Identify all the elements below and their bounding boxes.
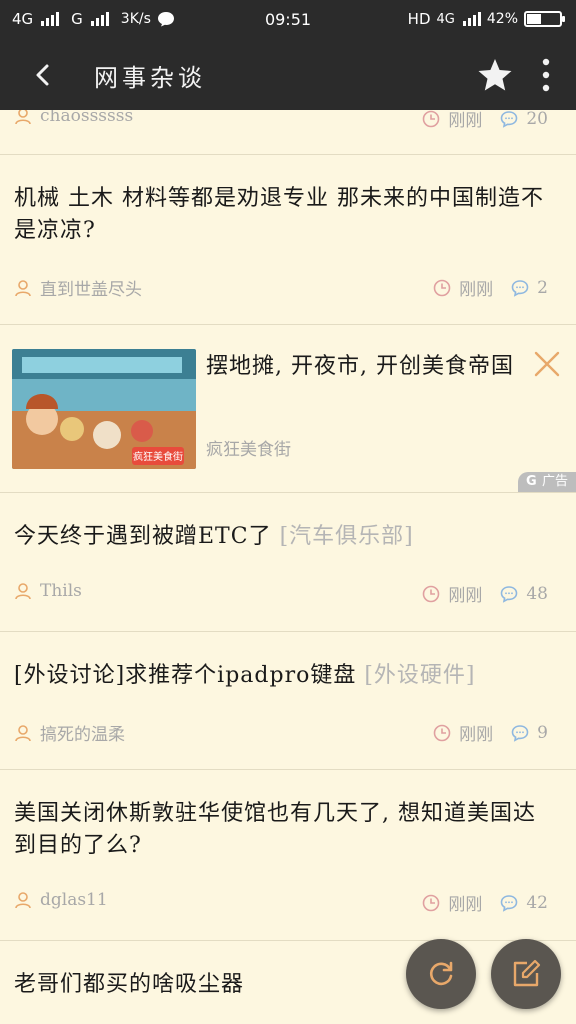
clock-icon: [423, 585, 440, 602]
item-meta: chaossssss 刚刚 20: [14, 110, 548, 131]
battery-percent: 42%: [486, 11, 518, 27]
clock-icon: [433, 724, 451, 741]
user-icon: [15, 279, 31, 296]
ad-item[interactable]: 疯狂美食街 摆地摊, 开夜市, 开创美食帝国 疯狂美食街 广告: [0, 325, 576, 493]
comment-icon: [501, 585, 518, 603]
comment-icon: [501, 110, 518, 128]
comment-icon: [511, 279, 529, 297]
forum-tag[interactable]: [汽车俱乐部]: [280, 524, 414, 549]
signal-icon-3: [462, 12, 481, 26]
list-item[interactable]: 机械 土木 材料等都是劝退专业 那未来的中国制造不是凉凉? 直到世盖尽头 刚刚 …: [0, 155, 576, 325]
clock-icon: [433, 279, 451, 296]
author-name[interactable]: 直到世盖尽头: [40, 275, 142, 300]
edit-icon: [513, 959, 541, 987]
list-item-partial[interactable]: chaossssss 刚刚 20: [0, 110, 576, 155]
new-post-button[interactable]: [491, 939, 561, 1009]
post-time: 刚刚: [459, 725, 494, 745]
author-name[interactable]: chaossssss: [40, 110, 133, 126]
app-bar: 网事杂谈: [0, 40, 576, 110]
topic-feed[interactable]: chaossssss 刚刚 20 机械 土木 材料等都是劝退专业 那未来的中国制…: [0, 110, 576, 1024]
status-bar: 4G G 3K/s 09:51 HD 4G 42%: [0, 0, 576, 40]
clock-icon: [423, 894, 440, 911]
refresh-icon: [430, 961, 453, 986]
ad-title[interactable]: 摆地摊, 开夜市, 开创美食帝国: [206, 351, 536, 383]
back-arrow-icon[interactable]: [26, 58, 60, 92]
item-meta: dglas11 刚刚 42: [14, 890, 548, 915]
topic-title[interactable]: 机械 土木 材料等都是劝退专业 那未来的中国制造不是凉凉?: [14, 183, 556, 247]
user-icon: [15, 583, 31, 600]
network-label-4g-right: 4G: [436, 11, 455, 27]
user-icon: [15, 110, 31, 125]
list-item[interactable]: 今天终于遇到被蹭ETC了 [汽车俱乐部] Thils 刚刚 48: [0, 493, 576, 632]
topic-title-text[interactable]: 美国关闭休斯敦驻华使馆也有几天了, 想知道美国达到目的了么?: [14, 801, 536, 858]
list-item[interactable]: 老哥们都买的啥吸尘器: [0, 941, 576, 1024]
more-options-icon[interactable]: [532, 56, 560, 94]
reply-count: 9: [537, 722, 548, 743]
topic-title-text[interactable]: [外设讨论]求推荐个ipadpro键盘: [14, 663, 356, 688]
topic-title[interactable]: 美国关闭休斯敦驻华使馆也有几天了, 想知道美国达到目的了么?: [14, 798, 556, 862]
topic-title-text[interactable]: 今天终于遇到被蹭ETC了: [14, 524, 272, 549]
reply-count: 20: [526, 110, 548, 129]
author-name[interactable]: 搞死的温柔: [40, 720, 125, 745]
topic-title[interactable]: 今天终于遇到被蹭ETC了 [汽车俱乐部]: [14, 521, 556, 553]
battery-icon: [524, 11, 565, 27]
clock-icon: [423, 110, 440, 127]
refresh-button[interactable]: [406, 939, 476, 1009]
ad-thumbnail[interactable]: 疯狂美食街: [12, 349, 196, 469]
post-time: 刚刚: [448, 111, 483, 131]
item-meta: 直到世盖尽头 刚刚 2: [14, 275, 548, 300]
reply-count: 48: [526, 583, 548, 604]
hd-label: HD: [407, 10, 431, 28]
post-time: 刚刚: [448, 895, 483, 915]
comment-icon: [501, 894, 518, 912]
list-item[interactable]: [外设讨论]求推荐个ipadpro键盘 [外设硬件] 搞死的温柔 刚刚 9: [0, 632, 576, 770]
post-time: 刚刚: [448, 586, 483, 606]
reply-count: 42: [526, 892, 548, 913]
star-icon[interactable]: [476, 56, 514, 94]
forum-tag[interactable]: [外设硬件]: [364, 663, 475, 688]
user-icon: [15, 892, 31, 909]
item-meta: Thils 刚刚 48: [14, 581, 548, 606]
post-time: 刚刚: [459, 280, 494, 300]
status-right: HD 4G 42%: [407, 10, 565, 28]
list-item[interactable]: 美国关闭休斯敦驻华使馆也有几天了, 想知道美国达到目的了么? dglas11 刚…: [0, 770, 576, 941]
ad-source: 疯狂美食街: [206, 440, 291, 460]
user-icon: [15, 724, 31, 741]
topic-title[interactable]: [外设讨论]求推荐个ipadpro键盘 [外设硬件]: [14, 660, 556, 692]
close-icon[interactable]: [532, 349, 562, 379]
reply-count: 2: [537, 277, 548, 298]
author-name[interactable]: Thils: [40, 581, 82, 601]
topic-title-text[interactable]: 老哥们都买的啥吸尘器: [14, 972, 244, 997]
item-meta: 搞死的温柔 刚刚 9: [14, 720, 548, 745]
comment-icon: [511, 724, 529, 742]
page-title: 网事杂谈: [94, 64, 206, 92]
topic-title-text[interactable]: 机械 土木 材料等都是劝退专业 那未来的中国制造不是凉凉?: [14, 186, 544, 243]
ad-thumbnail-text: 疯狂美食街: [133, 450, 183, 463]
ad-badge: 广告: [517, 472, 576, 492]
author-name[interactable]: dglas11: [40, 890, 108, 910]
